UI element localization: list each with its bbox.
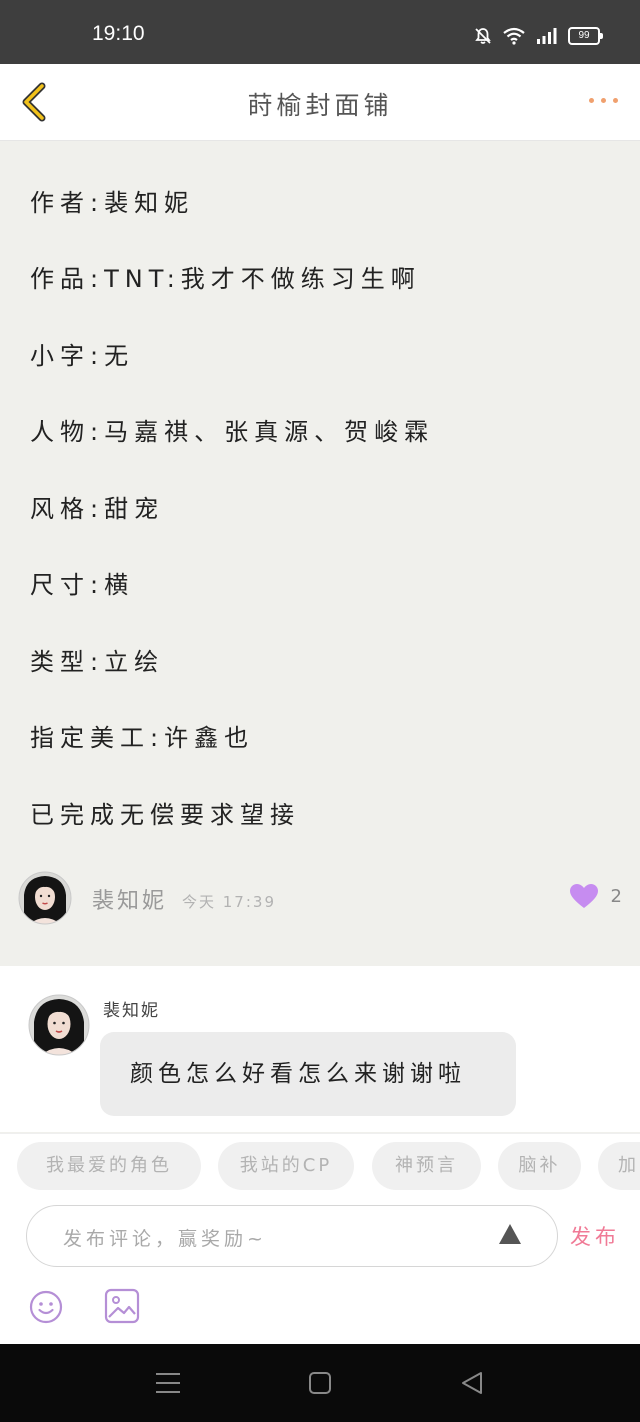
post-line-size: 尺寸:横 [30,571,135,599]
like-button[interactable]: 2 [569,883,622,909]
like-count: 2 [610,885,622,907]
quick-tags-bar: 我最爱的角色 我站的CP 神预言 脑补 加 [0,1133,640,1204]
top-nav-bar: 莳榆封面铺 [0,64,640,141]
publish-button[interactable]: 发布 [570,1221,620,1251]
back-triangle-icon[interactable] [460,1371,484,1395]
comment-input-placeholder: 发布评论，赢奖励~ [63,1228,267,1250]
post-line-author: 作者:裴知妮 [30,189,195,217]
post-line-note: 已完成无偿要求望接 [30,801,300,829]
battery-indicator: 99 [568,27,603,45]
comment-section: 裴知妮 颜色怎么好看怎么来谢谢啦 [0,966,640,1132]
comment-bubble: 颜色怎么好看怎么来谢谢啦 [100,1032,516,1116]
status-icons: 99 [474,27,603,45]
heart-icon [569,884,598,908]
tag-imagination[interactable]: 脑补 [498,1142,581,1190]
status-time: 19:10 [92,22,145,45]
post-line-work: 作品:TNT:我才不做练习生啊 [30,265,421,293]
tag-more[interactable]: 加 [598,1142,640,1190]
post-line-type: 类型:立绘 [30,648,165,676]
emoji-icon[interactable] [28,1289,64,1325]
post-line-artist: 指定美工:许鑫也 [30,724,255,752]
send-triangle-icon[interactable] [499,1224,521,1244]
comment-composer: 发布评论，赢奖励~ 发布 [0,1203,640,1344]
post-author-name[interactable]: 裴知妮 [92,883,167,915]
wifi-icon [503,27,525,45]
tag-my-cp[interactable]: 我站的CP [218,1142,354,1190]
signal-icon [537,28,557,44]
post-body: 作者:裴知妮 作品:TNT:我才不做练习生啊 小字:无 人物:马嘉祺、张真源、贺… [0,141,640,966]
more-dots-icon[interactable] [589,98,618,103]
post-meta: 裴知妮 今天 17:39 2 [0,871,640,931]
commenter-avatar[interactable] [28,994,90,1056]
tag-favorite-character[interactable]: 我最爱的角色 [17,1142,201,1190]
post-line-subtitle: 小字:无 [30,342,135,370]
system-nav-bar [0,1344,640,1422]
page-title: 莳榆封面铺 [247,91,393,120]
mute-bell-icon [475,28,491,44]
author-avatar[interactable] [18,871,72,925]
comment-input[interactable]: 发布评论，赢奖励~ [26,1205,558,1267]
commenter-name[interactable]: 裴知妮 [103,996,160,1021]
home-square-icon[interactable] [308,1371,332,1395]
status-bar: 19:10 99 [0,0,640,64]
menu-icon[interactable] [155,1372,181,1394]
post-line-characters: 人物:马嘉祺、张真源、贺峻霖 [30,418,435,446]
post-line-style: 风格:甜宠 [30,495,165,523]
image-icon[interactable] [103,1287,141,1325]
tag-prophecy[interactable]: 神预言 [372,1142,481,1190]
post-date: 今天 17:39 [182,893,276,911]
